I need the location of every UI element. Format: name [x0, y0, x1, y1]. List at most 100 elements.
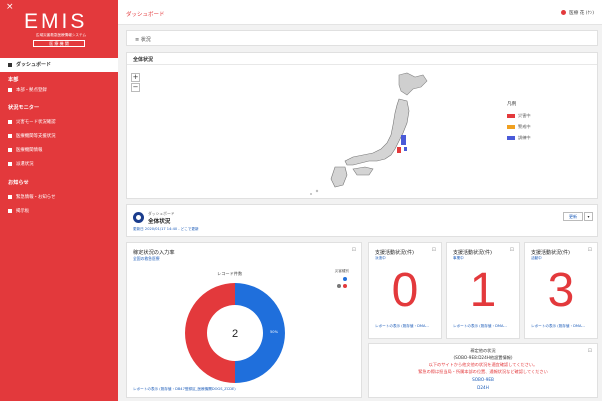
expand-icon[interactable]: ⊡ [510, 247, 514, 253]
sidebar-item-label: 派遣状況 [16, 162, 34, 167]
map-region-kyushu [330, 166, 348, 188]
kpi-value: 1 [469, 264, 497, 317]
list-icon [8, 208, 12, 213]
sidebar-item-label: 本部・拠点登録 [16, 88, 47, 93]
sidebar-item-label: 災害モード状況確認 [16, 120, 56, 125]
card-title: 稼定状況の入力率 [133, 250, 175, 256]
card-subtitle: 派遣中 [375, 256, 386, 260]
sidebar-item-label: 掲示板 [16, 209, 30, 214]
page-title: ダッシュボード [126, 12, 165, 18]
kpi-value: 3 [547, 264, 575, 317]
sidebar-section-notices: お知らせ [8, 180, 29, 186]
report-link[interactable]: レポートの表示 (既存値・DMA... [453, 324, 507, 329]
donut-chart[interactable]: 50% 2 [157, 279, 313, 387]
dashboard-header: ダッシュボード 全体状況 更新日 2020/01/17 14:40 - どこで更… [126, 204, 598, 237]
card-title: 支援活動状況(件) [375, 250, 414, 256]
list-icon [8, 133, 12, 138]
legend-item: 警戒中 [507, 124, 531, 130]
map-marker-training [401, 135, 406, 145]
report-link[interactable]: レポートの表示 (既存値・DMA... [531, 324, 585, 329]
app-subtitle: 広域災害救急医療情報システム [35, 33, 87, 37]
sidebar-item-bulletin[interactable]: 掲示板 [8, 208, 29, 214]
card-subtitle: 活動中 [531, 256, 542, 260]
sidebar-section-hq: 本部 [8, 77, 19, 83]
card-subtitle[interactable]: 全国の救急医療 [133, 256, 160, 262]
chart-legend-dot [343, 277, 347, 281]
legend-label: 災害中 [518, 113, 531, 118]
notice-line: 以下のサイトから他文他の状況を適宜確認してください。 [428, 362, 538, 367]
map-region-okinawa [315, 189, 319, 193]
card-title: 支援活動状況(件) [531, 250, 570, 256]
expand-icon[interactable]: ⊡ [432, 247, 436, 253]
kpi-card-dispatch: 支援活動状況(件) 派遣中 ⊡ 0 レポートの表示 (既存値・DMA... [368, 242, 442, 339]
chart-legend-title: 災害種別 [334, 269, 349, 273]
status-tab[interactable]: ≡ 状況 [126, 30, 598, 46]
report-link[interactable]: レポートの表示 (既存値・DMA... [375, 324, 429, 329]
notice-title: 稼定他の状況 [470, 348, 496, 353]
legend-swatch [507, 125, 515, 129]
map-region-hokkaido [398, 72, 428, 96]
map-region-shikoku [352, 166, 374, 176]
chart-legend-dot [343, 284, 347, 288]
donut-slice-label: 50% [270, 330, 279, 334]
list-icon [8, 161, 12, 166]
avatar [561, 10, 567, 15]
user-role-badge: 医 療 機 関 [33, 40, 85, 47]
close-icon[interactable]: × [6, 2, 14, 12]
expand-icon[interactable]: ⊡ [352, 247, 356, 253]
kpi-value: 0 [391, 264, 419, 317]
sidebar-item-emergency-info[interactable]: 緊急情報・お知らせ [8, 194, 55, 200]
sidebar-item-facility-info[interactable]: 医療機関情報 [8, 147, 42, 153]
kpi-card-active: 支援活動状況(件) 活動中 ⊡ 3 レポートの表示 (既存値・DMA... [524, 242, 598, 339]
sobo-link[interactable]: SOBO-9EB [369, 377, 597, 382]
zoom-out-button[interactable]: − [131, 83, 140, 92]
dashboard-icon [8, 62, 12, 67]
sidebar-item-dashboard[interactable]: ダッシュボード [0, 58, 118, 72]
sidebar-item-dispatch[interactable]: 派遣状況 [8, 161, 34, 167]
last-updated: 更新日 2020/01/17 14:40 - どこで更新 [133, 227, 199, 231]
sidebar-section-monitor: 状況モニター [8, 105, 40, 111]
top-header: ダッシュボード 医療 花 (ｹﾝ) [118, 0, 602, 25]
app-logo: EMIS [24, 10, 88, 33]
sidebar-item-disaster-mode[interactable]: 災害モード状況確認 [8, 119, 56, 125]
chart-legend-dot [337, 284, 341, 288]
user-menu[interactable]: 医療 花 (ｹﾝ) [561, 10, 594, 16]
donut-slice[interactable] [185, 283, 235, 383]
status-tab-label: ≡ 状況 [135, 37, 151, 43]
report-link[interactable]: レポートの表示 (既存値・DB47登録区_医療機関DOGS_ZCDE) [133, 387, 236, 392]
dashboard-title: 全体状況 [148, 219, 171, 225]
sidebar-item-support-status[interactable]: 医療機関等支援状況 [8, 133, 56, 139]
notice-subtitle: (SOBO-9E8:D24H他設置情報) [453, 355, 513, 360]
d24h-link[interactable]: D24H [369, 385, 597, 390]
refresh-button[interactable]: 更新 [563, 212, 583, 221]
legend-item: 災害中 [507, 113, 531, 119]
expand-icon[interactable]: ⊡ [588, 247, 592, 253]
dashboard-icon [133, 212, 144, 223]
legend-label: 警戒中 [518, 124, 531, 129]
user-name: 医療 花 (ｹﾝ) [569, 11, 594, 16]
legend-item: 訓練中 [507, 135, 531, 141]
sidebar-item-label: 医療機関情報 [16, 148, 43, 153]
map-marker-training [404, 147, 407, 151]
card-title: 支援活動状況(件) [453, 250, 492, 256]
sidebar-item-label: ダッシュボード [16, 62, 52, 68]
donut-center-label: 2 [232, 328, 238, 340]
map-panel: 全体状況 + − 凡例 災害中 警戒中 訓練中 [126, 52, 598, 199]
sidebar-item-label: 医療機関等支援状況 [16, 134, 56, 139]
japan-map[interactable] [287, 69, 437, 197]
legend-label: 訓練中 [518, 135, 531, 140]
sidebar-item-hq-register[interactable]: 本部・拠点登録 [8, 87, 47, 93]
other-status-card: ⊡ 稼定他の状況 (SOBO-9E8:D24H他設置情報) 以下のサイトから他文… [368, 343, 598, 398]
list-icon [8, 87, 12, 92]
legend-swatch [507, 136, 515, 140]
notice-line: 緊急の際は担当局・所属本部の位置、通報状況など確認してください [418, 369, 548, 374]
map-header: 全体状況 [127, 53, 597, 65]
legend-swatch [507, 114, 515, 118]
sidebar-item-label: 緊急情報・お知らせ [16, 195, 56, 200]
map-title: 全体状況 [133, 57, 154, 63]
chart-title: レコード件数 [217, 271, 243, 276]
map-region-honshu [344, 98, 410, 166]
map-legend: 凡例 災害中 警戒中 訓練中 [507, 101, 531, 146]
chevron-down-icon[interactable]: ▾ [584, 212, 593, 221]
zoom-in-button[interactable]: + [131, 73, 140, 82]
